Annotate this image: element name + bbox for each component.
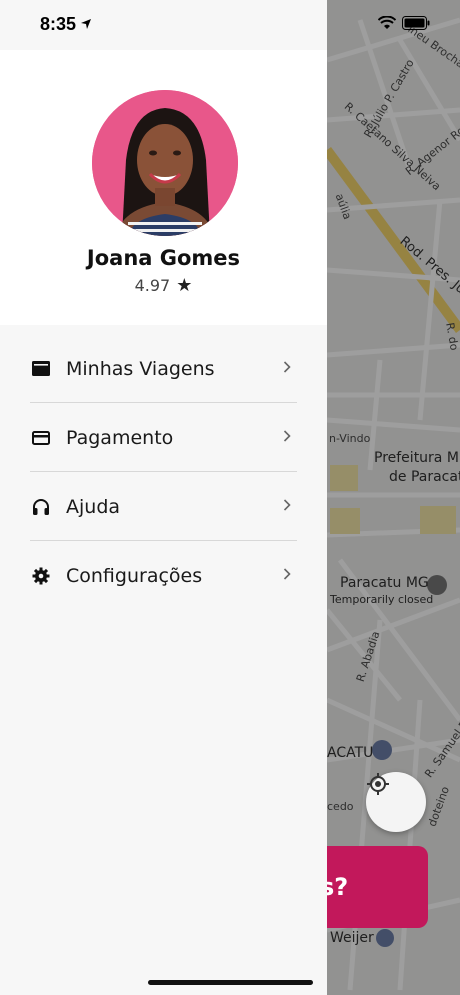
drawer-menu: Minhas Viagens Pagamento Ajuda Configura… <box>0 334 327 610</box>
user-name: Joana Gomes <box>86 246 241 270</box>
credit-card-icon <box>31 428 51 448</box>
avatar[interactable] <box>92 90 238 236</box>
menu-item-label: Configurações <box>66 564 203 587</box>
menu-item-label: Minhas Viagens <box>66 357 215 380</box>
clock: 8:35 <box>40 14 77 34</box>
menu-item-minhas-viagens[interactable]: Minhas Viagens <box>0 334 327 403</box>
menu-item-ajuda[interactable]: Ajuda <box>0 472 327 541</box>
location-arrow-icon <box>80 14 92 35</box>
wifi-icon <box>377 15 397 34</box>
menu-item-configuracoes[interactable]: Configurações <box>0 541 327 610</box>
user-rating: 4.97 ★ <box>0 275 327 296</box>
side-drawer: Joana Gomes 4.97 ★ Minhas Viagens Pagame… <box>0 0 327 995</box>
wallet-icon <box>31 359 51 379</box>
battery-icon <box>402 15 430 34</box>
chevron-right-icon <box>283 567 291 584</box>
profile-header: Joana Gomes 4.97 ★ <box>0 50 327 325</box>
status-bar-icons <box>377 15 430 34</box>
menu-item-label: Ajuda <box>66 495 121 518</box>
home-indicator[interactable] <box>148 980 313 985</box>
gear-icon <box>31 566 51 586</box>
my-location-button[interactable] <box>366 772 426 832</box>
chevron-right-icon <box>283 498 291 515</box>
rating-value: 4.97 <box>134 276 171 295</box>
status-bar-time: 8:35 <box>40 14 92 35</box>
star-icon: ★ <box>176 275 193 296</box>
menu-item-pagamento[interactable]: Pagamento <box>0 403 327 472</box>
menu-item-label: Pagamento <box>66 426 174 449</box>
avatar-photo <box>92 90 238 236</box>
headphones-icon <box>31 497 51 517</box>
chevron-right-icon <box>283 360 291 377</box>
chevron-right-icon <box>283 429 291 446</box>
